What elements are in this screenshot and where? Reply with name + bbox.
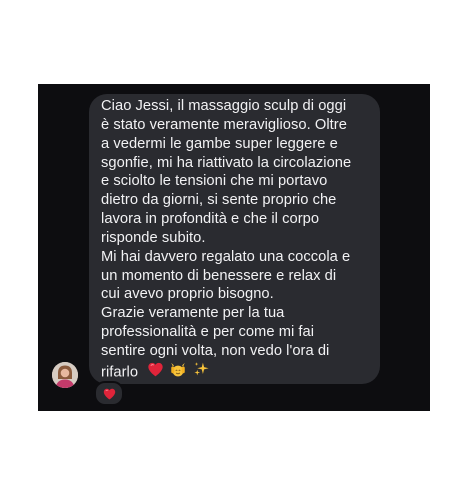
message-line: Mi hai davvero regalato una coccola e (101, 248, 351, 265)
message-last-line: rifarlo (101, 361, 372, 384)
message-line: professionalità e per come mi fai (101, 324, 315, 341)
avatar[interactable] (52, 362, 78, 388)
message-line: risponde subito. (101, 229, 206, 246)
message-line: sgonfie, mi ha riattivato la circolazion… (101, 154, 352, 171)
red-heart-icon (147, 362, 164, 383)
message-line: lavora in profondità e che il corpo (101, 211, 320, 228)
message-line: Grazie veramente per la tua (101, 305, 285, 322)
raising-hands-icon (169, 361, 187, 384)
message-line: e sciolto le tensioni che mi portavo (101, 173, 328, 190)
message-line: dietro da giorni, si sente proprio che (101, 192, 337, 209)
message-line: è stato veramente meraviglioso. Oltre (101, 116, 347, 133)
message-line: cui avevo proprio bisogno. (101, 286, 274, 303)
message-bubble[interactable]: Ciao Jessi, il massaggio sculp di oggi è… (89, 94, 380, 384)
message-line: un momento di benessere e relax di (101, 267, 337, 284)
sparkles-icon (193, 361, 210, 383)
screenshot-frame: Ciao Jessi, il massaggio sculp di oggi è… (0, 0, 468, 497)
avatar-image (52, 362, 78, 388)
message-line-text: rifarlo (101, 364, 139, 381)
message-line: a vedermi le gambe super leggere e (101, 135, 338, 152)
message-line: sentire ogni volta, non vedo l'ora di (101, 342, 330, 359)
message-line: Ciao Jessi, il massaggio sculp di oggi (101, 98, 347, 114)
red-heart-icon (103, 388, 116, 400)
heart-reaction[interactable] (94, 381, 124, 406)
